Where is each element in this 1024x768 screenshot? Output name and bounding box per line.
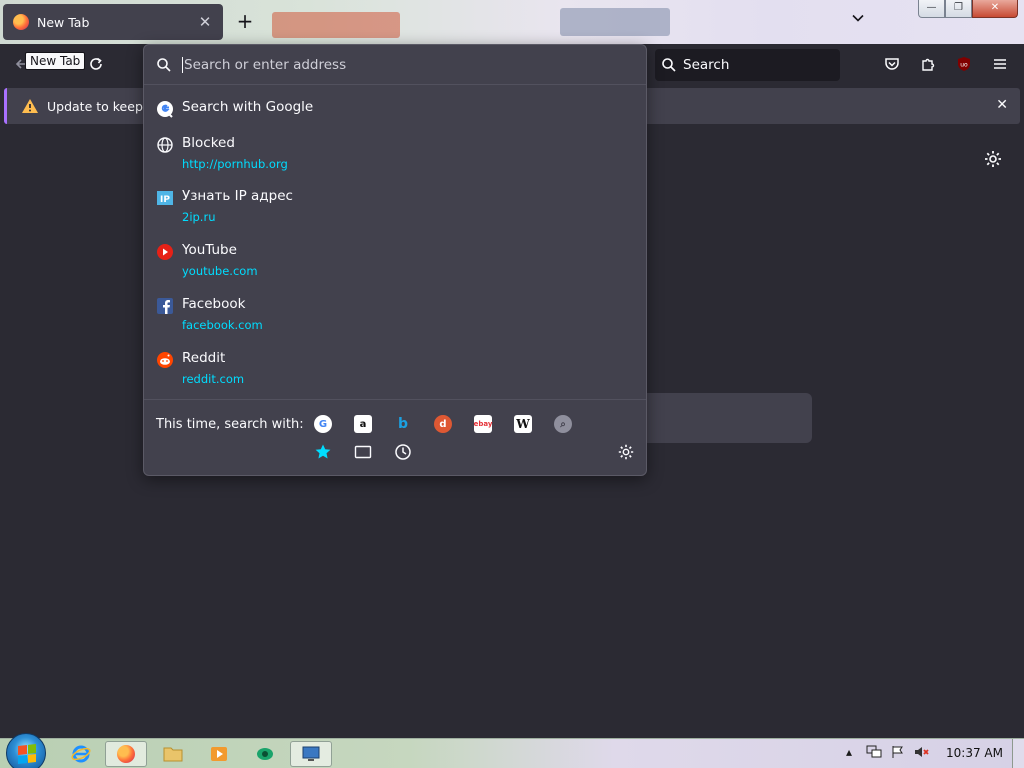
address-input[interactable] — [182, 56, 622, 73]
close-tab-icon[interactable]: ✕ — [197, 13, 213, 31]
urlbar-dropdown: Search with Google Blocked http://pornhu… — [143, 44, 647, 476]
result-title: Reddit — [182, 350, 226, 366]
taskbar-remote-desktop[interactable] — [290, 741, 332, 767]
taskbar-media-player[interactable] — [198, 741, 240, 767]
show-desktop-button[interactable] — [1012, 739, 1024, 768]
app-menu-button[interactable] — [988, 52, 1012, 76]
title-bar: New Tab ✕ + — ❐ ✕ — [0, 0, 1024, 44]
remote-desktop-icon — [302, 746, 320, 761]
background-blur — [272, 12, 400, 38]
result-url: http://pornhub.org — [182, 157, 288, 171]
start-button[interactable] — [6, 733, 46, 768]
result-url: reddit.com — [182, 372, 245, 386]
pocket-icon — [885, 58, 899, 70]
taskbar-firefox[interactable] — [105, 741, 147, 767]
youtube-icon — [157, 244, 173, 260]
extensions-button[interactable] — [916, 52, 940, 76]
search-settings-gear-icon[interactable] — [617, 443, 635, 461]
bookmarks-star-icon[interactable] — [314, 443, 332, 461]
taskbar-app[interactable] — [244, 741, 286, 767]
pocket-button[interactable] — [880, 52, 904, 76]
close-notification-icon[interactable]: ✕ — [996, 97, 1008, 113]
result-facebook[interactable]: Facebook facebook.com — [156, 296, 263, 332]
result-reddit[interactable]: Reddit reddit.com — [156, 350, 244, 386]
warning-icon — [22, 99, 38, 113]
search-engine-icon[interactable]: ⌕ — [554, 415, 572, 433]
search-icon — [662, 58, 676, 72]
new-tab-button[interactable]: + — [234, 11, 256, 33]
result-url: facebook.com — [182, 318, 263, 332]
google-engine-icon[interactable]: G — [314, 415, 332, 433]
hamburger-menu-icon — [994, 59, 1006, 69]
result-title: Узнать IP адрес — [182, 188, 293, 204]
result-2ip[interactable]: IP Узнать IP адрес 2ip.ru — [156, 188, 293, 224]
taskbar-explorer[interactable] — [152, 741, 194, 767]
toolbar-search-box[interactable]: Search — [655, 49, 840, 81]
result-url: 2ip.ru — [182, 210, 216, 224]
taskbar-internet-explorer[interactable] — [60, 741, 102, 767]
volume-muted-icon[interactable] — [914, 745, 930, 759]
action-center-flag-icon[interactable] — [891, 745, 905, 759]
result-blocked[interactable]: Blocked http://pornhub.org — [156, 135, 288, 171]
result-youtube[interactable]: YouTube youtube.com — [156, 242, 258, 278]
reload-button[interactable] — [84, 52, 108, 76]
reddit-icon — [157, 352, 173, 368]
urlbar — [144, 45, 646, 85]
close-window-button[interactable]: ✕ — [972, 0, 1018, 18]
firefox-icon — [117, 745, 135, 763]
result-search-google[interactable]: Search with Google — [156, 99, 313, 118]
reload-icon — [90, 57, 102, 70]
facebook-icon — [157, 298, 173, 314]
result-title: YouTube — [182, 242, 237, 258]
result-url: youtube.com — [182, 264, 258, 278]
search-icon — [157, 57, 171, 72]
puzzle-icon — [922, 58, 935, 71]
folder-icon — [163, 747, 183, 762]
list-all-tabs-button[interactable] — [848, 11, 868, 31]
system-clock[interactable]: 10:37 AM — [946, 746, 1003, 760]
tabs-icon[interactable] — [354, 443, 372, 461]
ebay-engine-icon[interactable]: ebay — [474, 415, 492, 433]
svg-text:IP: IP — [160, 195, 170, 205]
app-icon — [257, 748, 273, 760]
amazon-engine-icon[interactable]: a — [354, 415, 372, 433]
internet-explorer-icon — [71, 745, 91, 763]
ublock-button[interactable]: uo — [952, 52, 976, 76]
result-title: Blocked — [182, 135, 235, 151]
wikipedia-engine-icon[interactable]: W — [514, 415, 532, 433]
minimize-button[interactable]: — — [918, 0, 945, 18]
window-controls: — ❐ ✕ — [918, 0, 1018, 18]
oneoff-search-label: This time, search with: — [156, 417, 304, 432]
background-blur — [560, 8, 670, 36]
network-icon[interactable] — [866, 745, 882, 759]
search-box-label: Search — [683, 57, 730, 73]
divider — [144, 399, 646, 400]
customize-gear-icon[interactable] — [983, 149, 1003, 169]
ublock-icon: uo — [958, 57, 970, 71]
tab-title: New Tab — [37, 14, 90, 30]
taskbar: ▴ 10:37 AM — [0, 733, 1024, 768]
duckduckgo-engine-icon[interactable]: d — [434, 415, 452, 433]
tab-new-tab[interactable]: New Tab ✕ — [3, 4, 223, 40]
ublock-badge-text: uo — [960, 62, 968, 69]
media-player-icon — [211, 747, 227, 761]
show-hidden-icons-button[interactable]: ▴ — [846, 745, 852, 759]
history-clock-icon[interactable] — [394, 443, 412, 461]
google-icon — [157, 101, 173, 118]
bing-engine-icon[interactable]: b — [394, 415, 412, 433]
result-title: Facebook — [182, 296, 246, 312]
windows-logo-icon — [18, 744, 36, 764]
ip-icon: IP — [157, 191, 173, 205]
chevron-down-icon — [852, 14, 864, 22]
globe-icon — [157, 137, 173, 153]
tooltip: New Tab — [25, 52, 86, 70]
restore-button[interactable]: ❐ — [945, 0, 972, 18]
result-title: Search with Google — [182, 99, 314, 115]
firefox-icon — [13, 14, 29, 30]
